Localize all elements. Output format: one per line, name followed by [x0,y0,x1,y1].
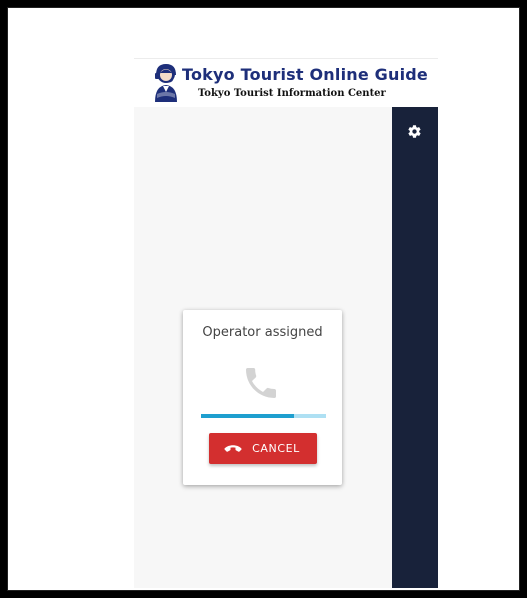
call-status-text: Operator assigned [202,325,323,340]
app-window: Tokyo Tourist Online Guide Tokyo Tourist… [134,58,438,588]
cancel-call-button[interactable]: CANCEL [209,433,317,464]
call-status-card: Operator assigned CANCEL [183,310,342,485]
hang-up-icon [224,444,242,452]
screenshot-frame: Tokyo Tourist Online Guide Tokyo Tourist… [7,7,520,591]
settings-button[interactable] [404,121,424,141]
call-area: Operator assigned CANCEL [134,107,392,588]
call-progress-fill [201,414,294,418]
operator-mascot-icon [155,63,177,102]
logo-title: Tokyo Tourist Online Guide [182,65,428,84]
gear-icon [407,124,421,138]
cancel-button-label: CANCEL [252,441,300,455]
logo-subtitle: Tokyo Tourist Information Center [198,88,386,99]
phone-icon [246,368,276,398]
call-progress-bar [201,414,326,418]
sidebar [392,107,438,588]
header: Tokyo Tourist Online Guide Tokyo Tourist… [134,59,438,107]
